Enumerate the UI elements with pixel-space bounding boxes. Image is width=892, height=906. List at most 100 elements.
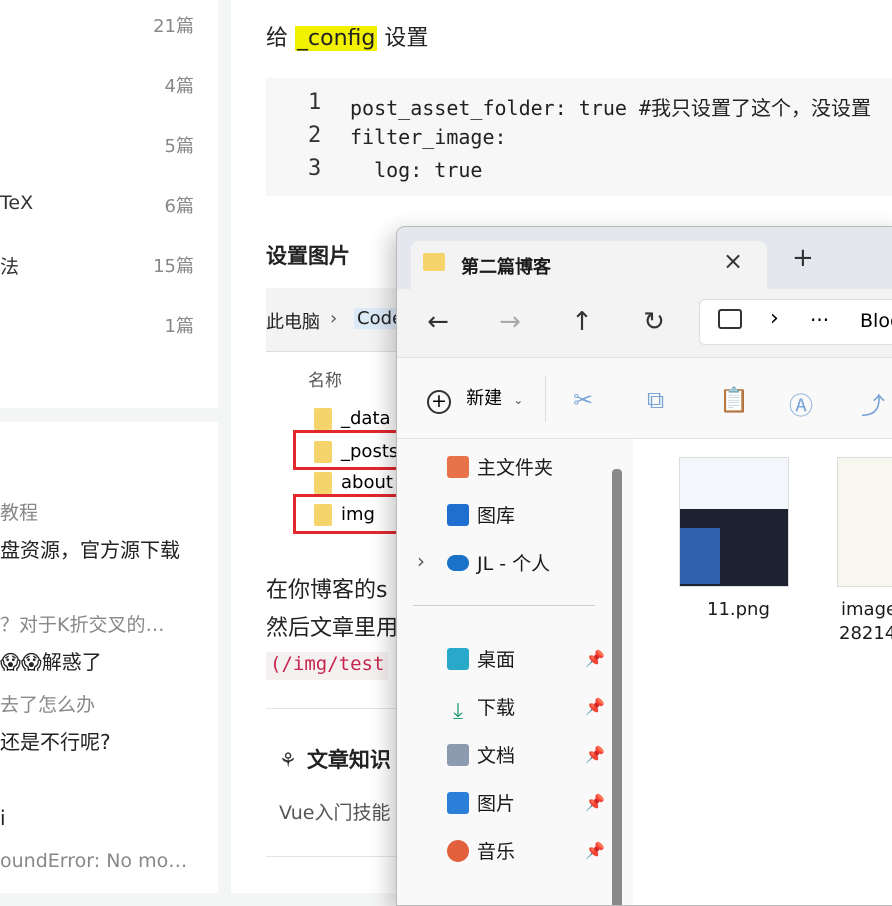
nav-downloads[interactable]: ⤓ 下载: [447, 693, 515, 723]
monitor-icon: [718, 309, 742, 329]
category-count: 1篇: [164, 316, 194, 337]
knowledge-heading: ⚘ 文章知识: [279, 748, 391, 772]
category-count: 21篇: [153, 16, 194, 37]
image-preview: [680, 528, 720, 584]
knowledge-icon: ⚘: [279, 748, 297, 772]
paragraph: 在你博客的s: [266, 578, 388, 603]
copy-icon[interactable]: ⧉: [647, 386, 664, 414]
nav-onedrive[interactable]: JL - 个人: [447, 549, 550, 579]
file-list: 11.png image 28214: [633, 439, 892, 905]
category-count: 15篇: [153, 256, 194, 277]
pin-icon[interactable]: 📌: [585, 793, 605, 812]
category-item[interactable]: 21篇: [0, 8, 218, 38]
tab-bar: 第二篇博客 × +: [397, 227, 892, 289]
address-text: Blog: [860, 310, 892, 332]
code-block: 1 post_asset_folder: true #我只设置了这个，没设置 2…: [266, 78, 892, 196]
tab-blog[interactable]: 第二篇博客 ×: [411, 241, 767, 289]
category-card: 21篇 4篇 5篇 TeX 6篇 法 15篇 1篇: [0, 0, 218, 408]
divider: [413, 605, 595, 606]
line-number: 2: [308, 123, 322, 148]
plus-circle-icon: +: [427, 390, 451, 414]
nav-pictures[interactable]: 图片: [447, 789, 515, 819]
category-count: 4篇: [164, 76, 194, 97]
music-icon: [447, 840, 469, 862]
file-thumbnail[interactable]: [837, 457, 892, 587]
embedded-file-list: 名称 _data _posts about img: [266, 354, 413, 556]
desktop-icon: [447, 648, 469, 670]
pin-icon[interactable]: 📌: [585, 841, 605, 860]
category-item[interactable]: TeX 6篇: [0, 188, 218, 218]
folder-icon: [314, 408, 332, 430]
home-icon: [447, 456, 469, 478]
command-bar: + 新建 ⌄ ✂ ⧉ 📋 Ⓐ ⤴: [397, 357, 892, 439]
documents-icon: [447, 744, 469, 766]
rename-icon[interactable]: Ⓐ: [789, 386, 813, 421]
comment-body: 还是不行呢?: [0, 730, 111, 754]
category-count: 6篇: [164, 196, 194, 217]
scrollbar[interactable]: [612, 469, 622, 905]
category-item[interactable]: 4篇: [0, 68, 218, 98]
navigation-pane: 主文件夹 图库 › JL - 个人 桌面 📌 ⤓ 下载 📌 文档 📌 图片 📌 音…: [397, 439, 633, 905]
pin-icon[interactable]: 📌: [585, 649, 605, 668]
address-bar[interactable]: › ··· Blog: [699, 299, 892, 345]
line-number: 3: [308, 156, 322, 181]
highlight-box: [293, 430, 413, 470]
refresh-icon[interactable]: ↻: [639, 307, 669, 337]
category-item[interactable]: 5篇: [0, 128, 218, 158]
set-image-heading: 设置图片: [266, 244, 350, 268]
inline-code: (/img/test: [266, 652, 389, 680]
back-icon[interactable]: ←: [423, 307, 453, 337]
config-highlight: _config: [295, 26, 378, 51]
file-thumbnail[interactable]: [679, 457, 789, 587]
comment-body: 😱😱解惑了: [0, 650, 102, 674]
category-count: 5篇: [164, 136, 194, 157]
close-tab-button[interactable]: ×: [723, 247, 743, 275]
category-item[interactable]: 1篇: [0, 308, 218, 338]
paste-icon[interactable]: 📋: [719, 386, 749, 414]
paragraph: 然后文章里用: [266, 616, 399, 641]
code-line: log: true: [350, 158, 483, 182]
share-icon[interactable]: ⤴: [861, 386, 885, 421]
file-name-line2: 28214: [839, 623, 892, 644]
folder-icon: [314, 472, 332, 494]
pin-icon[interactable]: 📌: [585, 697, 605, 716]
highlight-box: [293, 494, 413, 534]
tab-title: 第二篇博客: [461, 257, 551, 278]
gallery-icon: [447, 504, 469, 526]
comment-body: i: [0, 806, 6, 830]
separator: [545, 376, 546, 422]
knowledge-text[interactable]: Vue入门技能: [279, 798, 390, 825]
nav-music[interactable]: 音乐: [447, 837, 515, 867]
onedrive-icon: [447, 555, 469, 571]
config-paragraph: 给 _config 设置: [266, 26, 429, 51]
up-icon[interactable]: ↑: [567, 307, 597, 337]
file-name[interactable]: image: [841, 599, 892, 620]
nav-documents[interactable]: 文档: [447, 741, 515, 771]
new-button[interactable]: + 新建 ⌄: [427, 384, 523, 416]
chevron-down-icon: ⌄: [513, 393, 524, 407]
cut-icon[interactable]: ✂: [573, 386, 593, 414]
recent-comments-card: 教程 盘资源，官方源下载 ？对于K折交叉的… 😱😱解惑了 去了怎么办 还是不行呢…: [0, 422, 218, 893]
pin-icon[interactable]: 📌: [585, 745, 605, 764]
more-crumbs-button[interactable]: ···: [810, 308, 829, 332]
download-icon: ⤓: [453, 699, 463, 724]
comment-body: 盘资源，官方源下载: [0, 538, 180, 562]
category-item[interactable]: 法 15篇: [0, 248, 218, 278]
nav-gallery[interactable]: 图库: [447, 501, 515, 531]
line-number: 1: [308, 90, 322, 115]
category-name: 法: [0, 256, 20, 278]
file-name[interactable]: 11.png: [707, 599, 770, 620]
forward-icon[interactable]: →: [495, 307, 525, 337]
nav-home[interactable]: 主文件夹: [447, 453, 553, 483]
new-tab-button[interactable]: +: [792, 243, 814, 273]
comment-title[interactable]: ？对于K折交叉的…: [0, 610, 164, 637]
pictures-icon: [447, 792, 469, 814]
comment-title[interactable]: 教程: [0, 498, 38, 525]
navigation-bar: ← → ↑ ↻ › ··· Blog: [397, 289, 892, 357]
comment-title[interactable]: oundError: No mo…: [0, 850, 187, 872]
nav-desktop[interactable]: 桌面: [447, 645, 515, 675]
chevron-right-icon[interactable]: ›: [417, 549, 425, 573]
chevron-right-icon: ›: [770, 306, 779, 331]
folder-icon: [423, 253, 445, 271]
comment-title[interactable]: 去了怎么办: [0, 690, 95, 717]
